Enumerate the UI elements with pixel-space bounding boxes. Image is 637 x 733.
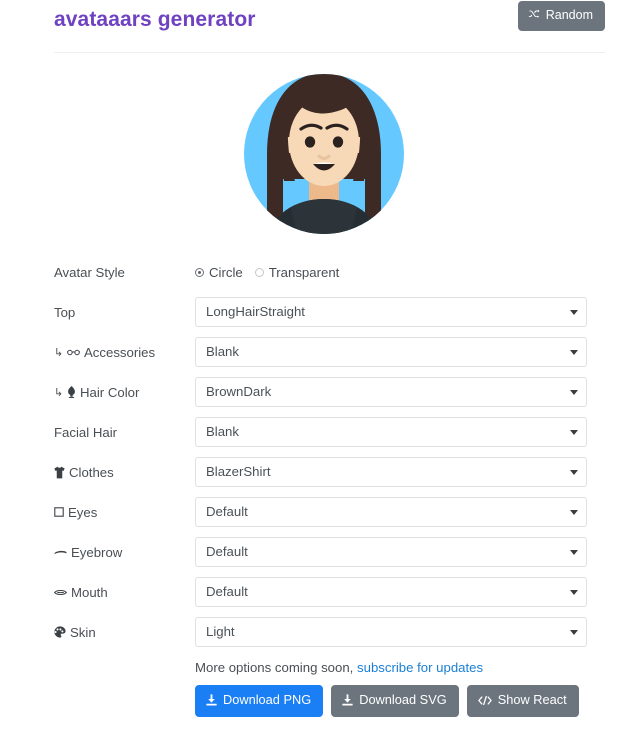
show-react-button[interactable]: Show React [466, 685, 579, 717]
row-skin: Skin Light [54, 612, 587, 652]
avatar-svg [243, 74, 404, 234]
row-eyes: Eyes Default [54, 492, 587, 532]
shuffle-icon [528, 9, 541, 21]
skin-control: Light [195, 617, 587, 647]
select-skin[interactable]: Light [195, 617, 587, 647]
download-icon [206, 694, 217, 706]
mouth-control: Default [195, 577, 587, 607]
avatar-preview [0, 53, 637, 244]
page-title: avataaars generator [54, 8, 256, 31]
label-mouth: Mouth [54, 585, 195, 600]
sub-item-arrow-icon: ↳ [54, 386, 64, 399]
select-top[interactable]: LongHairStraight [195, 297, 587, 327]
avatar-style-radio-group: Circle Transparent [195, 265, 587, 280]
more-options-text: More options coming soon, [195, 660, 354, 675]
download-icon [342, 694, 353, 706]
mouth-label-text: Mouth [71, 584, 108, 600]
skin-label-text: Skin [70, 624, 96, 640]
app-page: avataaars generator Random Avatar Style … [0, 0, 637, 733]
accessories-control: Blank [195, 337, 587, 367]
facial-hair-control: Blank [195, 417, 587, 447]
radio-transparent[interactable]: Transparent [254, 264, 340, 280]
palette-icon [54, 626, 66, 638]
row-mouth: Mouth Default [54, 572, 587, 612]
download-svg-button[interactable]: Download SVG [331, 685, 459, 717]
select-hair-color[interactable]: BrownDark [195, 377, 587, 407]
subscribe-link[interactable]: subscribe for updates [357, 660, 483, 675]
sub-item-arrow-icon: ↳ [54, 346, 64, 359]
hair-color-label-text: Hair Color [80, 384, 140, 400]
row-hair-color: ↳ Hair Color BrownDark [54, 372, 587, 412]
eyebrow-icon [54, 549, 67, 555]
action-buttons: Download PNG Download SVG Show React [0, 675, 637, 717]
random-button-label: Random [545, 8, 593, 22]
eyebrow-label-text: Eyebrow [71, 544, 123, 560]
download-png-button[interactable]: Download PNG [195, 685, 324, 717]
select-eyebrow[interactable]: Default [195, 537, 587, 567]
clothes-control: BlazerShirt [195, 457, 587, 487]
download-svg-label: Download SVG [359, 692, 447, 707]
select-mouth[interactable]: Default [195, 577, 587, 607]
radio-transparent-label: Transparent [268, 264, 340, 280]
label-avatar-style: Avatar Style [54, 265, 195, 280]
label-skin: Skin [54, 625, 195, 640]
download-png-label: Download PNG [223, 692, 312, 707]
radio-circle[interactable]: Circle [195, 265, 243, 280]
radio-transparent-dot[interactable] [254, 267, 264, 277]
row-accessories: ↳ Accessories Blank [54, 332, 587, 372]
clothes-label-text: Clothes [69, 464, 114, 480]
options-form: Avatar Style Circle Transparent Top Long… [0, 244, 637, 652]
show-react-label: Show React [497, 692, 567, 707]
facial-hair-label-text: Facial Hair [54, 424, 118, 440]
mouth-icon [54, 589, 67, 596]
random-button[interactable]: Random [517, 1, 605, 31]
row-facial-hair: Facial Hair Blank [54, 412, 587, 452]
avatar-style-control: Circle Transparent [195, 265, 587, 280]
eye-square-icon [54, 507, 64, 517]
top-control: LongHairStraight [195, 297, 587, 327]
page-header: avataaars generator Random [0, 0, 637, 46]
more-options-note: More options coming soon, subscribe for … [0, 652, 637, 675]
row-clothes: Clothes BlazerShirt [54, 452, 587, 492]
label-facial-hair: Facial Hair [54, 425, 195, 440]
glasses-icon [67, 348, 80, 357]
top-label-text: Top [54, 304, 76, 320]
label-eyebrow: Eyebrow [54, 545, 195, 560]
row-eyebrow: Eyebrow Default [54, 532, 587, 572]
row-avatar-style: Avatar Style Circle Transparent [54, 252, 587, 292]
code-icon [477, 695, 492, 706]
hair-color-control: BrownDark [195, 377, 587, 407]
radio-circle-dot[interactable] [195, 267, 204, 277]
avatar-style-label-text: Avatar Style [54, 264, 125, 280]
select-eyes[interactable]: Default [195, 497, 587, 527]
label-accessories: ↳ Accessories [54, 345, 195, 360]
hair-color-icon [67, 386, 76, 398]
label-clothes: Clothes [54, 465, 195, 480]
radio-circle-label: Circle [209, 264, 243, 280]
select-clothes[interactable]: BlazerShirt [195, 457, 587, 487]
select-facial-hair[interactable]: Blank [195, 417, 587, 447]
label-top: Top [54, 305, 195, 320]
tshirt-icon [54, 466, 65, 479]
eyebrow-control: Default [195, 537, 587, 567]
label-hair-color: ↳ Hair Color [54, 385, 195, 400]
select-accessories[interactable]: Blank [195, 337, 587, 367]
row-top: Top LongHairStraight [54, 292, 587, 332]
label-eyes: Eyes [54, 505, 195, 520]
eyes-label-text: Eyes [68, 504, 98, 520]
accessories-label-text: Accessories [84, 344, 156, 360]
eyes-control: Default [195, 497, 587, 527]
